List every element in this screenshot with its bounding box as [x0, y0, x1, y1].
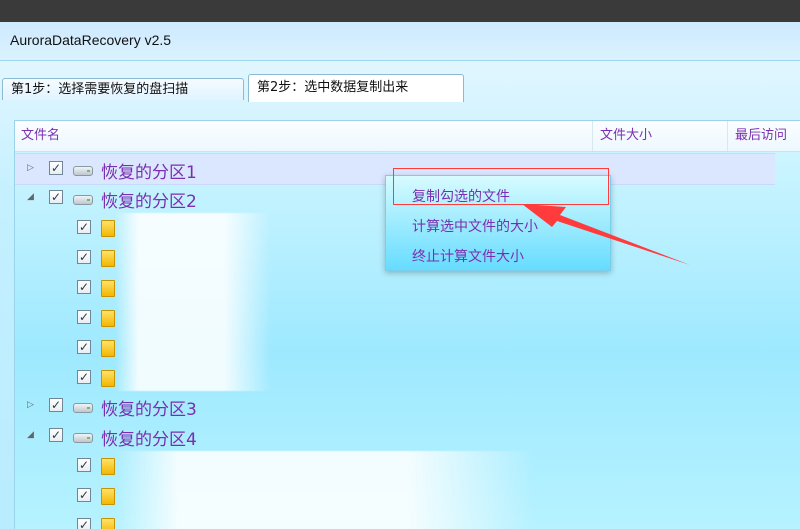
folder-icon	[101, 220, 115, 237]
checkbox[interactable]: ✓	[49, 190, 63, 204]
menu-item-stop-calc-size[interactable]: 终止计算文件大小	[412, 244, 524, 270]
partition-label: 恢复的分区1	[101, 163, 197, 183]
checkbox[interactable]: ✓	[49, 398, 63, 412]
partition-label: 恢复的分区3	[101, 400, 197, 420]
redacted-area	[115, 213, 271, 391]
screen-top-strip	[0, 0, 800, 22]
tree-row-partition-4[interactable]: ◢ ✓ 恢复的分区4	[15, 421, 775, 451]
expand-arrow-icon[interactable]: ▷	[27, 163, 37, 173]
checkbox[interactable]: ✓	[49, 161, 63, 175]
tree-row-partition-3[interactable]: ▷ ✓ 恢复的分区3	[15, 391, 775, 421]
checkbox[interactable]: ✓	[77, 488, 91, 502]
checkbox[interactable]: ✓	[49, 428, 63, 442]
column-filename[interactable]: 文件名	[15, 121, 593, 151]
redacted-area	[115, 451, 535, 529]
checkbox[interactable]: ✓	[77, 220, 91, 234]
checkbox[interactable]: ✓	[77, 370, 91, 384]
column-header: 文件名 文件大小 最后访问	[15, 121, 800, 152]
partition-label: 恢复的分区2	[101, 192, 197, 212]
folder-icon	[101, 518, 115, 529]
window-title: AuroraDataRecovery v2.5	[10, 32, 172, 48]
checkbox[interactable]: ✓	[77, 280, 91, 294]
expand-arrow-icon[interactable]: ▷	[27, 400, 37, 410]
app-window: AuroraDataRecovery v2.5 第1步：选择需要恢复的盘扫描 第…	[0, 22, 800, 529]
folder-icon	[101, 488, 115, 505]
checkbox[interactable]: ✓	[77, 250, 91, 264]
folder-icon	[101, 458, 115, 475]
drive-icon	[73, 166, 93, 176]
checkbox[interactable]: ✓	[77, 310, 91, 324]
collapse-arrow-icon[interactable]: ◢	[27, 192, 37, 202]
drive-icon	[73, 403, 93, 413]
folder-icon	[101, 340, 115, 357]
title-bar: AuroraDataRecovery v2.5	[0, 22, 800, 61]
checkbox[interactable]: ✓	[77, 340, 91, 354]
tab-step-2[interactable]: 第2步：选中数据复制出来	[248, 74, 464, 102]
folder-icon	[101, 280, 115, 297]
folder-icon	[101, 310, 115, 327]
menu-item-calc-selected-size[interactable]: 计算选中文件的大小	[412, 214, 538, 240]
annotation-highlight-box	[393, 168, 609, 205]
collapse-arrow-icon[interactable]: ◢	[27, 430, 37, 440]
folder-icon	[101, 250, 115, 267]
tab-strip: 第1步：选择需要恢复的盘扫描 第2步：选中数据复制出来	[0, 74, 800, 102]
drive-icon	[73, 195, 93, 205]
column-filesize[interactable]: 文件大小	[594, 121, 728, 151]
folder-icon	[101, 370, 115, 387]
drive-icon	[73, 433, 93, 443]
tab-step-1[interactable]: 第1步：选择需要恢复的盘扫描	[2, 78, 244, 100]
partition-label: 恢复的分区4	[101, 430, 197, 450]
checkbox[interactable]: ✓	[77, 458, 91, 472]
checkbox[interactable]: ✓	[77, 518, 91, 529]
column-last-access[interactable]: 最后访问	[729, 121, 800, 151]
